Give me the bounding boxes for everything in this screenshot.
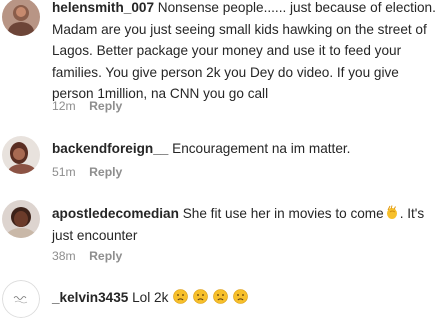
comment-item: apostledecomedian She fit use her in mov… bbox=[0, 200, 443, 270]
reply-button[interactable]: Reply bbox=[89, 165, 122, 179]
username[interactable]: backendforeign__ bbox=[52, 141, 168, 156]
comment-text: Lol 2k bbox=[132, 290, 169, 305]
sad-face-icon bbox=[212, 289, 228, 304]
sad-face-icon bbox=[232, 289, 248, 304]
avatar[interactable] bbox=[2, 200, 40, 238]
comment-time: 38m bbox=[52, 249, 76, 263]
avatar[interactable] bbox=[2, 0, 40, 36]
comment-item: _kelvin3435 Lol 2k bbox=[0, 280, 443, 318]
comment-item: helensmith_007 Nonsense people...... jus… bbox=[0, 0, 443, 120]
username[interactable]: _kelvin3435 bbox=[52, 290, 128, 305]
comment-text: She fit use her in movies to come bbox=[182, 206, 384, 221]
comment-item: backendforeign__ Encouragement na im mat… bbox=[0, 132, 443, 187]
reply-button[interactable]: Reply bbox=[89, 249, 122, 263]
username[interactable]: apostledecomedian bbox=[52, 206, 179, 221]
username[interactable]: helensmith_007 bbox=[52, 0, 154, 15]
reply-button[interactable]: Reply bbox=[89, 99, 122, 113]
comment-text: Encouragement na im matter. bbox=[172, 141, 351, 156]
sad-face-icon bbox=[193, 289, 208, 304]
sad-face-icon bbox=[173, 289, 188, 304]
avatar[interactable] bbox=[2, 136, 40, 174]
clapping-hands-icon bbox=[385, 205, 400, 220]
sad-face-icon-group bbox=[172, 289, 248, 305]
avatar[interactable] bbox=[2, 280, 40, 318]
comment-time: 12m bbox=[52, 99, 76, 113]
comment-text: Nonsense people...... just because of el… bbox=[52, 0, 436, 101]
comment-time: 51m bbox=[52, 165, 76, 179]
